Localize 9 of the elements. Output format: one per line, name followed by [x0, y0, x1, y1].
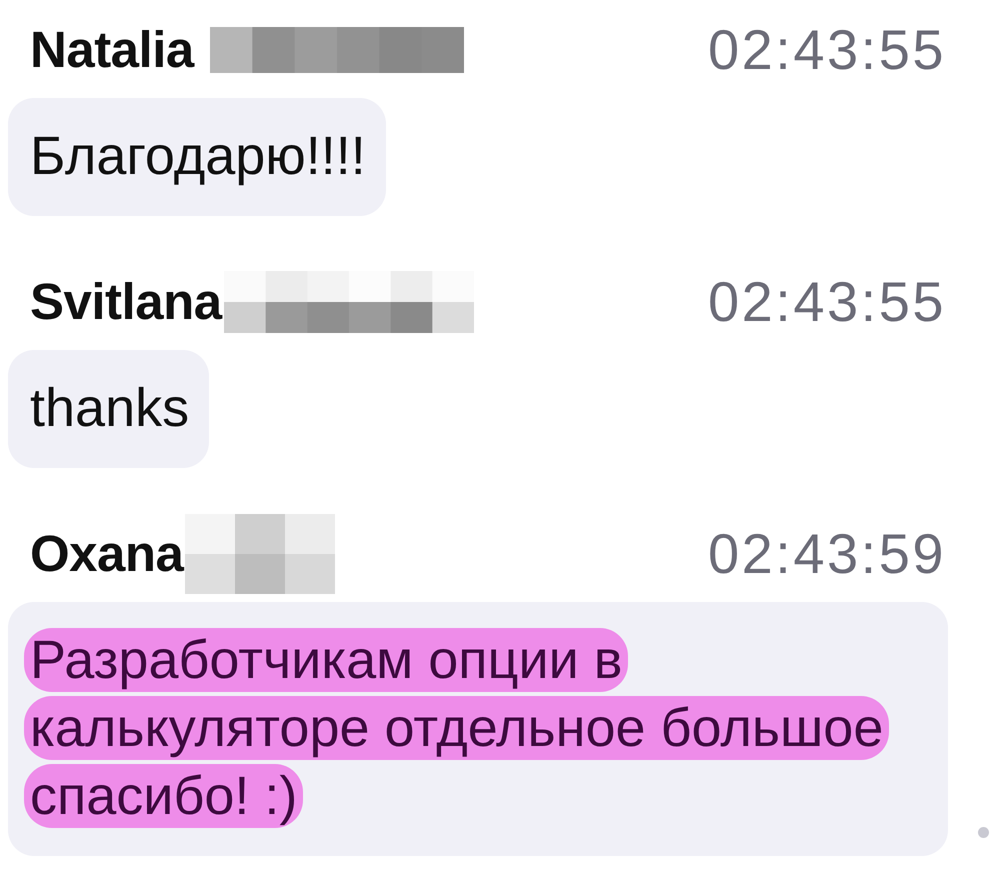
timestamp: 02:43:59	[708, 524, 946, 584]
sender-name: Svitlana	[30, 272, 222, 332]
message-text: Благодарю!!!!	[29, 125, 367, 188]
timestamp: 02:43:55	[708, 272, 946, 332]
timestamp: 02:43:55	[708, 20, 946, 80]
message-text: thanks	[29, 377, 190, 440]
dot-icon	[978, 827, 989, 838]
sender-name: Natalia	[30, 20, 194, 80]
sender-name: Oxana	[30, 524, 184, 584]
